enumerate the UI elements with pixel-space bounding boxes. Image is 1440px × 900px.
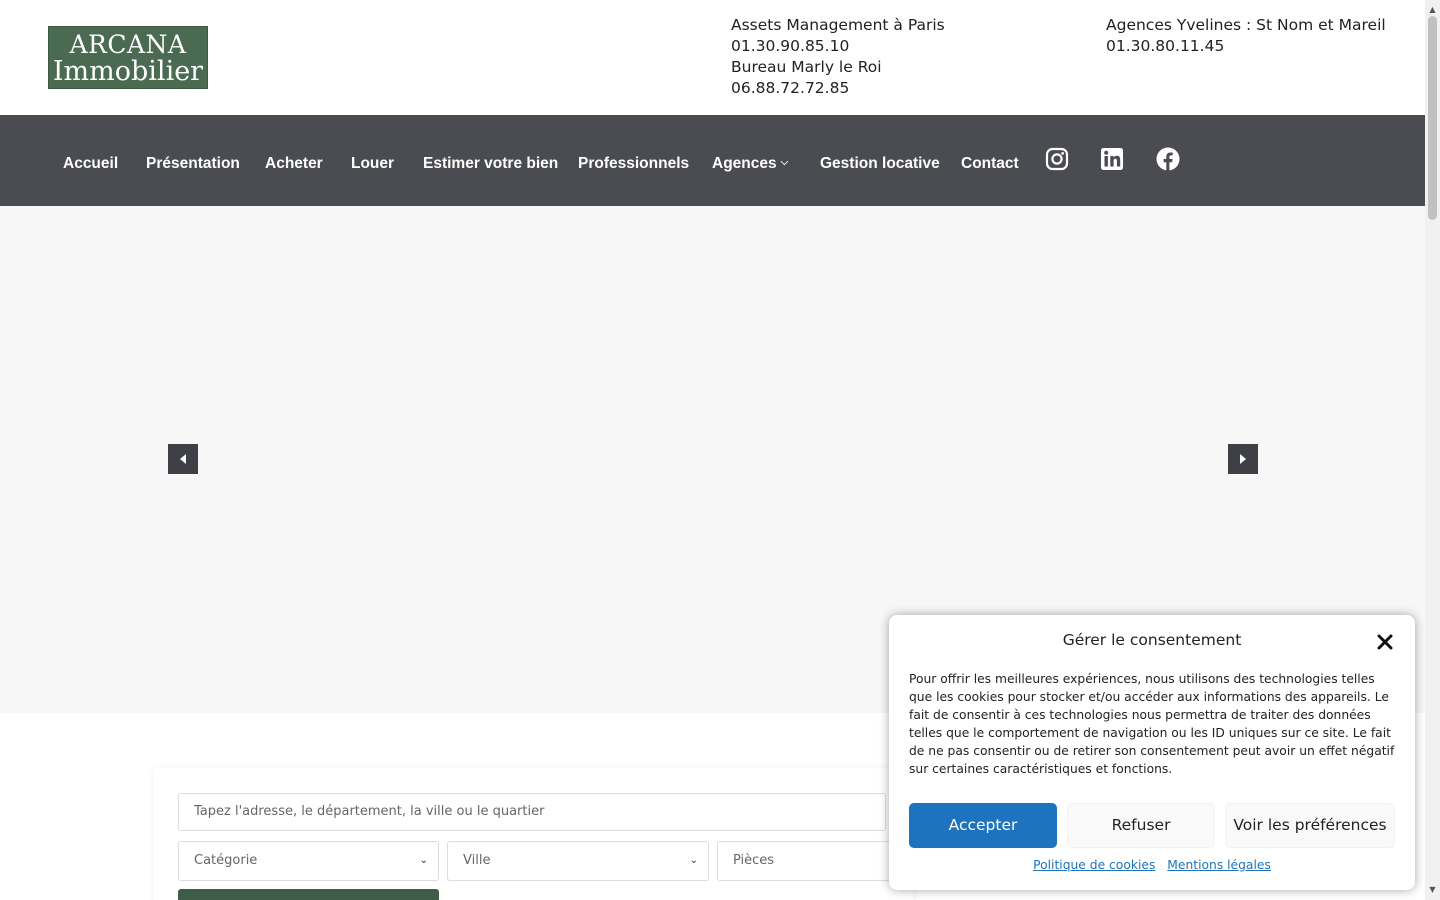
chevron-down-icon: ⌄ <box>689 855 698 866</box>
cookie-title: Gérer le consentement <box>1062 631 1242 649</box>
nav-gestion-locative[interactable]: Gestion locative <box>820 115 940 206</box>
contact-marly-phone[interactable]: 06.88.72.72.85 <box>731 78 945 99</box>
main-nav: Accueil Présentation Acheter Louer Estim… <box>0 115 1425 206</box>
linkedin-icon[interactable] <box>1100 147 1124 171</box>
chevron-down-icon: ⌄ <box>419 855 428 866</box>
facebook-icon[interactable] <box>1156 147 1180 171</box>
city-select[interactable]: Ville ⌄ <box>447 841 709 881</box>
nav-louer[interactable]: Louer <box>351 115 394 206</box>
close-icon[interactable] <box>1376 633 1394 651</box>
cookie-consent-dialog: Gérer le consentement Pour offrir les me… <box>889 615 1415 890</box>
scroll-up-arrow-icon[interactable]: ▲ <box>1425 4 1440 16</box>
nav-contact[interactable]: Contact <box>961 115 1019 206</box>
nav-acheter[interactable]: Acheter <box>265 115 323 206</box>
contact-yvelines-label: Agences Yvelines : St Nom et Mareil <box>1106 16 1386 34</box>
contact-paris-phone[interactable]: 01.30.90.85.10 <box>731 36 945 57</box>
slider-prev-button[interactable] <box>168 444 198 474</box>
rooms-select[interactable]: Pièces <box>717 841 917 881</box>
scroll-down-arrow-icon[interactable]: ▼ <box>1425 884 1440 896</box>
logo-line-2: Immobilier <box>52 56 204 87</box>
chevron-down-icon: ⌵ <box>780 157 789 169</box>
search-input[interactable]: Tapez l'adresse, le département, la vill… <box>178 793 886 831</box>
city-select-value: Ville <box>463 853 491 868</box>
scrollbar-thumb[interactable] <box>1428 16 1437 220</box>
nav-agences[interactable]: Agences ⌵ <box>712 115 788 206</box>
logo-line-1: ARCANA <box>69 30 187 59</box>
rooms-select-value: Pièces <box>733 853 775 868</box>
nav-professionnels[interactable]: Professionnels <box>578 115 689 206</box>
nav-presentation[interactable]: Présentation <box>146 115 240 206</box>
accept-button[interactable]: Accepter <box>909 803 1057 848</box>
contact-paris-label: Assets Management à Paris <box>731 16 945 34</box>
arcana-logo[interactable]: ARCANA Immobilier <box>48 26 208 89</box>
view-preferences-button[interactable]: Voir les préférences <box>1225 803 1395 848</box>
category-select-value: Catégorie <box>194 853 258 868</box>
triangle-left-icon <box>180 454 186 464</box>
legal-notice-link[interactable]: Mentions légales <box>1167 858 1271 872</box>
refuse-button[interactable]: Refuser <box>1067 803 1215 848</box>
contact-yvelines-phone[interactable]: 01.30.80.11.45 <box>1106 36 1386 57</box>
triangle-right-icon <box>1240 454 1246 464</box>
instagram-icon[interactable] <box>1045 147 1069 171</box>
contact-yvelines: Agences Yvelines : St Nom et Mareil 01.3… <box>1106 15 1386 57</box>
slider-next-button[interactable] <box>1228 444 1258 474</box>
category-select[interactable]: Catégorie ⌄ <box>178 841 439 881</box>
cookie-description: Pour offrir les meilleures expériences, … <box>909 672 1395 776</box>
contact-marly-label: Bureau Marly le Roi <box>731 58 882 76</box>
cookie-links: Politique de cookies Mentions légales <box>889 858 1415 872</box>
page-scrollbar[interactable]: ▲ ▼ <box>1425 0 1440 900</box>
nav-estimer[interactable]: Estimer votre bien <box>423 115 558 206</box>
nav-agences-label: Agences <box>712 155 777 172</box>
search-submit-button[interactable] <box>178 889 439 900</box>
nav-accueil[interactable]: Accueil <box>63 115 118 206</box>
contact-paris-marly: Assets Management à Paris 01.30.90.85.10… <box>731 15 945 99</box>
cookie-policy-link[interactable]: Politique de cookies <box>1033 858 1155 872</box>
